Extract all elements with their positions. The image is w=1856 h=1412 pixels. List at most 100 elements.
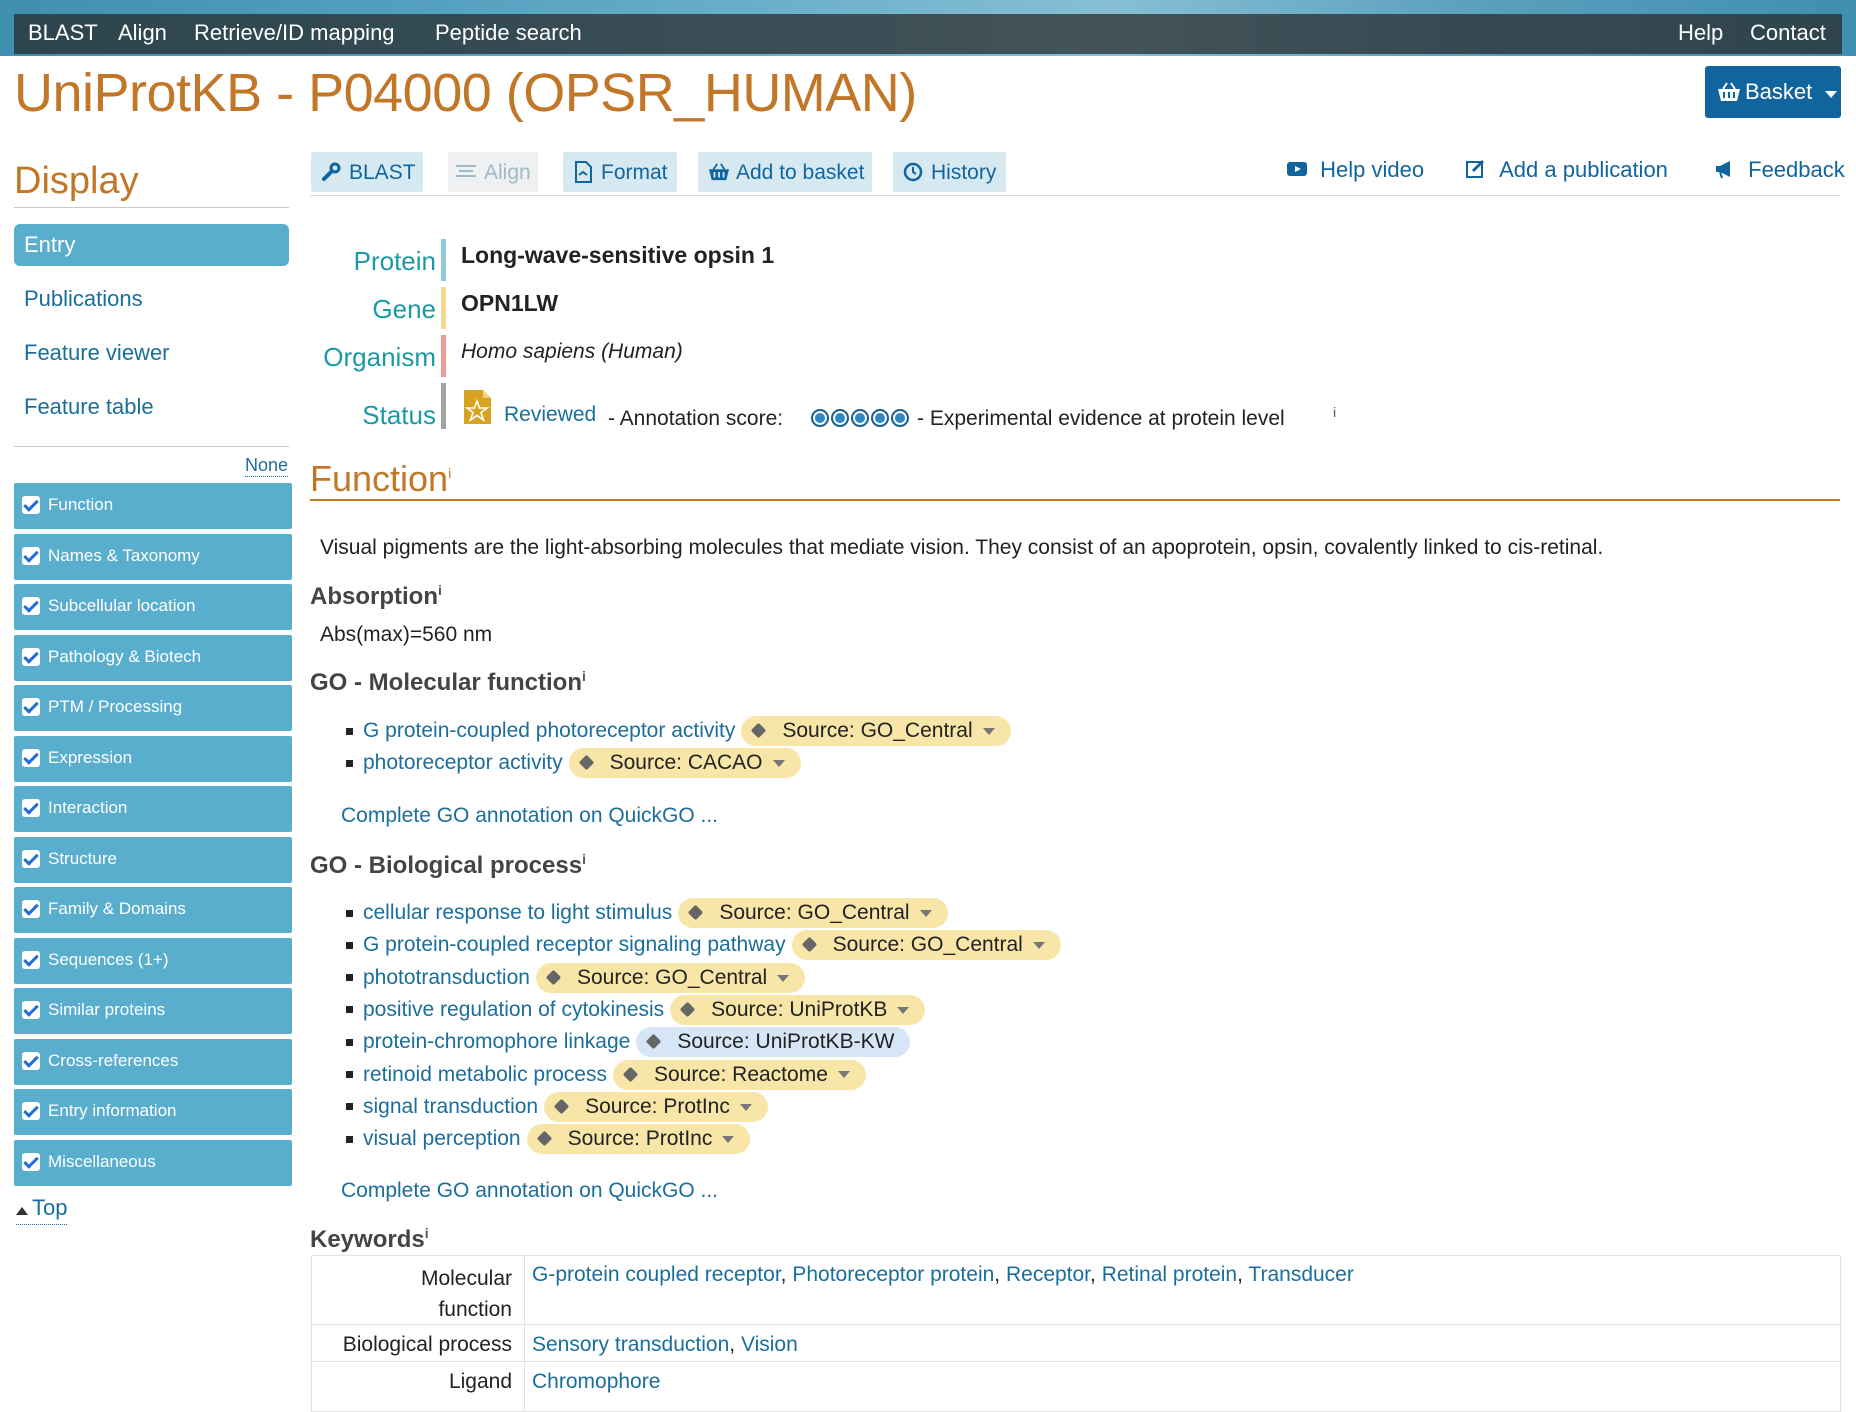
section-toggle-expression[interactable]: Expression bbox=[14, 736, 292, 782]
section-label: Sequences (1+) bbox=[48, 950, 169, 969]
keyword-link[interactable]: G-protein coupled receptor bbox=[532, 1263, 781, 1286]
keyword-link[interactable]: Transducer bbox=[1248, 1263, 1353, 1286]
checkbox-checked[interactable] bbox=[22, 547, 40, 565]
go-term-link[interactable]: signal transduction bbox=[363, 1095, 538, 1118]
evidence-source-badge[interactable]: Source: UniProtKB bbox=[670, 994, 926, 1025]
section-toggle-names-taxonomy[interactable]: Names & Taxonomy bbox=[14, 534, 292, 580]
section-toggle-miscellaneous[interactable]: Miscellaneous bbox=[14, 1140, 292, 1186]
section-toggle-function[interactable]: Function bbox=[14, 483, 292, 529]
section-toggle-pathology-biotech[interactable]: Pathology & Biotech bbox=[14, 635, 292, 681]
go-term-link[interactable]: cellular response to light stimulus bbox=[363, 901, 672, 924]
nav-blast-link[interactable]: BLAST bbox=[28, 20, 98, 46]
checkbox-checked[interactable] bbox=[22, 597, 40, 615]
checkbox-checked[interactable] bbox=[22, 1153, 40, 1171]
bullet bbox=[346, 974, 353, 982]
go-mf-heading-text: GO - Molecular function bbox=[310, 669, 583, 696]
go-term-link[interactable]: retinoid metabolic process bbox=[363, 1063, 607, 1086]
reviewed-link[interactable]: Reviewed bbox=[504, 403, 596, 427]
function-info-icon[interactable]: i bbox=[448, 465, 451, 481]
evidence-source-badge[interactable]: Source: GO_Central bbox=[791, 930, 1061, 961]
keyword-link[interactable]: Retinal protein bbox=[1102, 1263, 1237, 1286]
checkbox-checked[interactable] bbox=[22, 1102, 40, 1120]
absorption-info-icon[interactable]: i bbox=[438, 582, 442, 598]
evidence-source-badge[interactable]: Source: GO_Central bbox=[535, 962, 806, 993]
go-term-link[interactable]: G protein-coupled photoreceptor activity bbox=[363, 719, 735, 742]
checkbox-checked[interactable] bbox=[22, 698, 40, 716]
quickgo-mf-link[interactable]: Complete GO annotation on QuickGO ... bbox=[341, 804, 718, 828]
keywords-row-ligand: Ligand Chromophore bbox=[312, 1361, 1840, 1412]
keyword-link[interactable]: Chromophore bbox=[532, 1370, 660, 1393]
evidence-source-badge[interactable]: Source: ProtInc bbox=[544, 1091, 768, 1122]
checkbox-checked[interactable] bbox=[22, 799, 40, 817]
sidebar-entry-tab[interactable]: Entry bbox=[14, 224, 289, 266]
go-term-link[interactable]: photoreceptor activity bbox=[363, 751, 563, 774]
sidebar-publications-link[interactable]: Publications bbox=[24, 286, 143, 312]
section-toggle-subcellular-location[interactable]: Subcellular location bbox=[14, 584, 292, 630]
keyword-link[interactable]: Vision bbox=[741, 1333, 798, 1356]
evidence-source-badge[interactable]: Source: CACAO bbox=[568, 748, 801, 778]
sidebar-feature-table-link[interactable]: Feature table bbox=[24, 394, 154, 420]
evidence-source-badge[interactable]: Source: Reactome bbox=[612, 1059, 866, 1090]
history-button[interactable]: History bbox=[893, 152, 1006, 192]
section-toggle-interaction[interactable]: Interaction bbox=[14, 786, 292, 832]
go-term-link[interactable]: protein-chromophore linkage bbox=[363, 1030, 630, 1053]
checkbox-checked[interactable] bbox=[22, 749, 40, 767]
go-term-link[interactable]: visual perception bbox=[363, 1127, 521, 1150]
go-term-link[interactable]: G protein-coupled receptor signaling pat… bbox=[363, 933, 786, 956]
evidence-info-icon[interactable]: i bbox=[1333, 404, 1336, 420]
go-mf-info-icon[interactable]: i bbox=[582, 668, 586, 684]
format-button[interactable]: Format bbox=[563, 152, 677, 192]
blast-button[interactable]: BLAST bbox=[311, 152, 423, 192]
nav-align-link[interactable]: Align bbox=[118, 20, 167, 46]
keyword-link[interactable]: Photoreceptor protein bbox=[792, 1263, 994, 1286]
basket-label: Basket bbox=[1745, 79, 1813, 104]
checkbox-checked[interactable] bbox=[22, 496, 40, 514]
checkbox-checked[interactable] bbox=[22, 1001, 40, 1019]
evidence-source-badge[interactable]: Source: ProtInc bbox=[526, 1124, 751, 1155]
keyword-separator: , bbox=[1237, 1263, 1249, 1286]
bullet bbox=[346, 1103, 353, 1111]
nav-contact-link[interactable]: Contact bbox=[1750, 20, 1826, 46]
section-toggle-similar-proteins[interactable]: Similar proteins bbox=[14, 988, 292, 1034]
organism-link[interactable]: Homo sapiens (Human) bbox=[461, 340, 683, 364]
evidence-source-badge[interactable]: Source: GO_Central bbox=[741, 716, 1011, 746]
keyword-link[interactable]: Receptor bbox=[1006, 1263, 1090, 1286]
section-toggle-entry-information[interactable]: Entry information bbox=[14, 1089, 292, 1135]
keyword-link[interactable]: Sensory transduction bbox=[532, 1333, 729, 1356]
annotation-score-dots[interactable] bbox=[811, 409, 911, 427]
add-publication-link[interactable]: Add a publication bbox=[1465, 157, 1668, 183]
checkbox-checked[interactable] bbox=[22, 900, 40, 918]
evidence-source-badge[interactable]: Source: GO_Central bbox=[678, 898, 948, 928]
go-bp-info-icon[interactable]: i bbox=[582, 851, 586, 867]
go-term-link[interactable]: phototransduction bbox=[363, 966, 530, 989]
bullet bbox=[346, 1071, 353, 1078]
help-video-link[interactable]: Help video bbox=[1286, 157, 1424, 183]
select-none-link[interactable]: None bbox=[245, 455, 289, 477]
section-toggle-ptm-processing[interactable]: PTM / Processing bbox=[14, 685, 292, 731]
section-toggle-structure[interactable]: Structure bbox=[14, 837, 292, 883]
nav-help-link[interactable]: Help bbox=[1678, 20, 1723, 46]
nav-peptide-search-link[interactable]: Peptide search bbox=[435, 20, 582, 46]
sidebar-feature-viewer-link[interactable]: Feature viewer bbox=[24, 340, 170, 366]
feedback-link[interactable]: Feedback bbox=[1714, 157, 1845, 183]
caret-down-icon bbox=[772, 759, 785, 767]
basket-button[interactable]: Basket bbox=[1705, 66, 1841, 118]
section-toggle-sequences[interactable]: Sequences (1+) bbox=[14, 938, 292, 984]
source-label: Source: ProtInc bbox=[585, 1094, 730, 1118]
nav-retrieve-link[interactable]: Retrieve/ID mapping bbox=[194, 20, 395, 46]
quickgo-bp-link[interactable]: Complete GO annotation on QuickGO ... bbox=[341, 1179, 718, 1203]
go-term-row: phototransduction Source: GO_Central bbox=[346, 962, 806, 993]
keywords-info-icon[interactable]: i bbox=[425, 1225, 429, 1241]
section-toggle-cross-references[interactable]: Cross-references bbox=[14, 1039, 292, 1085]
clock-icon bbox=[903, 162, 923, 182]
checkbox-checked[interactable] bbox=[22, 850, 40, 868]
align-button[interactable]: Align bbox=[448, 152, 538, 192]
evidence-source-badge[interactable]: Source: UniProtKB-KW bbox=[636, 1027, 911, 1058]
add-to-basket-button[interactable]: Add to basket bbox=[698, 152, 872, 192]
section-toggle-family-domains[interactable]: Family & Domains bbox=[14, 887, 292, 933]
checkbox-checked[interactable] bbox=[22, 951, 40, 969]
checkbox-checked[interactable] bbox=[22, 1052, 40, 1070]
checkbox-checked[interactable] bbox=[22, 648, 40, 666]
back-to-top-link[interactable]: Top bbox=[16, 1195, 68, 1225]
go-term-link[interactable]: positive regulation of cytokinesis bbox=[363, 998, 664, 1021]
